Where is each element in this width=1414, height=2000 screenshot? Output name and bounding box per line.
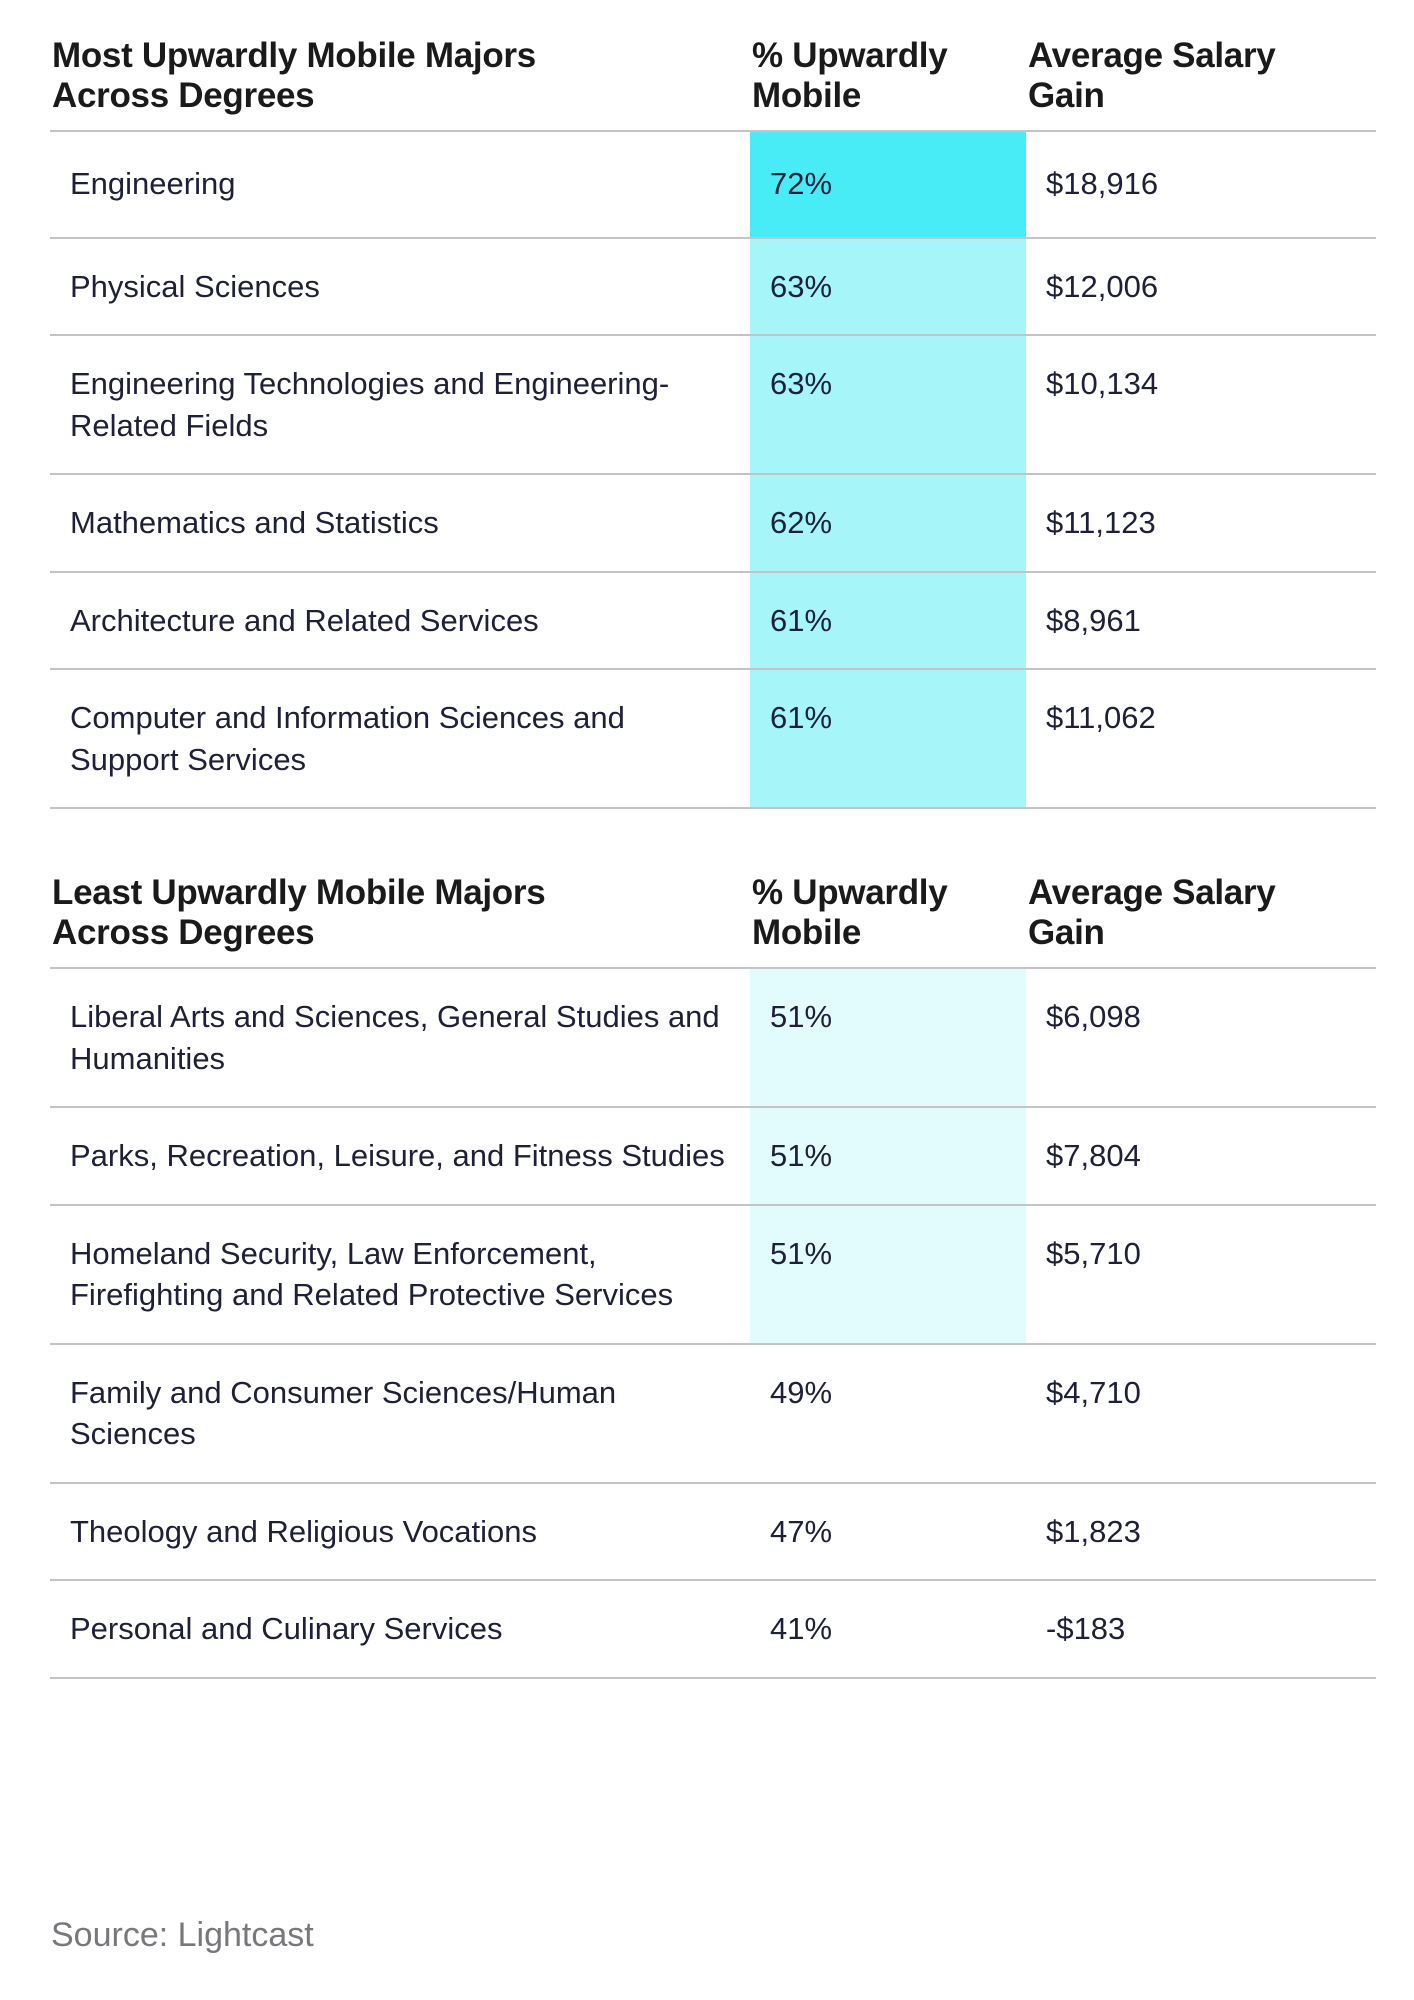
salary-gain-cell: $10,134 bbox=[1046, 366, 1159, 401]
salary-gain-cell: -$183 bbox=[1046, 1611, 1126, 1646]
source-note: Source: Lightcast bbox=[51, 1916, 314, 1954]
table-row: Liberal Arts and Sciences, General Studi… bbox=[50, 969, 1376, 1108]
salary-gain-cell: $4,710 bbox=[1046, 1374, 1141, 1410]
major-cell: Family and Consumer Sciences/Human Scien… bbox=[70, 1374, 617, 1452]
major-cell: Architecture and Related Services bbox=[70, 602, 539, 638]
major-cell: Parks, Recreation, Leisure, and Fitness … bbox=[70, 1138, 725, 1173]
table-row: Theology and Religious Vocations 47% $1,82… bbox=[50, 1484, 1376, 1581]
pct-upwardly-mobile-cell: 61% bbox=[750, 670, 1026, 807]
header-pct: % Upwardly Mobile bbox=[752, 873, 948, 952]
table-header: Least Upwardly Mobile Majors Across Degr… bbox=[50, 873, 1376, 969]
header-salary: Average Salary Gain bbox=[1028, 36, 1276, 115]
header-major: Least Upwardly Mobile Majors Across Degr… bbox=[52, 873, 546, 952]
major-cell: Theology and Religious Vocations bbox=[70, 1513, 538, 1549]
header-major: Most Upwardly Mobile Majors Across Degre… bbox=[52, 36, 536, 115]
salary-gain-cell: $12,006 bbox=[1046, 268, 1159, 304]
pct-upwardly-mobile-cell: 51% bbox=[750, 1108, 1026, 1204]
table-row: Mathematics and Statistics 62% $11,123 bbox=[50, 475, 1376, 573]
least-mobile-table: Least Upwardly Mobile Majors Across Degr… bbox=[50, 873, 1376, 1679]
pct-upwardly-mobile-cell: 41% bbox=[770, 1611, 833, 1646]
pct-upwardly-mobile-cell: 72% bbox=[750, 132, 1026, 237]
salary-gain-cell: $6,098 bbox=[1046, 999, 1141, 1034]
salary-gain-cell: $1,823 bbox=[1046, 1513, 1141, 1549]
pct-upwardly-mobile-cell: 63% bbox=[750, 336, 1026, 473]
major-cell: Physical Sciences bbox=[70, 268, 320, 304]
table-row: Architecture and Related Services 61% $8,9… bbox=[50, 572, 1376, 670]
salary-gain-cell: $11,062 bbox=[1046, 700, 1156, 735]
table-row: Computer and Information Sciences and Su… bbox=[50, 670, 1376, 809]
table-row: Personal and Culinary Services 41% -$183 bbox=[50, 1581, 1376, 1679]
major-cell: Liberal Arts and Sciences, General Studi… bbox=[70, 999, 720, 1076]
major-cell: Homeland Security, Law Enforcement, Fire… bbox=[70, 1235, 674, 1313]
pct-upwardly-mobile-cell: 61% bbox=[750, 572, 1026, 668]
most-mobile-table: Most Upwardly Mobile Majors Across Degre… bbox=[50, 36, 1376, 809]
major-cell: Engineering bbox=[70, 166, 236, 201]
pct-upwardly-mobile-cell: 51% bbox=[750, 1205, 1026, 1343]
salary-gain-cell: $5,710 bbox=[1046, 1235, 1141, 1271]
table-row: Engineering Technologies and Engineering… bbox=[50, 336, 1376, 475]
pct-upwardly-mobile-cell: 63% bbox=[750, 238, 1026, 334]
pct-upwardly-mobile-cell: 51% bbox=[750, 969, 1026, 1106]
major-cell: Personal and Culinary Services bbox=[70, 1611, 503, 1646]
table-row: Parks, Recreation, Leisure, and Fitness … bbox=[50, 1108, 1376, 1206]
table-body: Liberal Arts and Sciences, General Studi… bbox=[50, 969, 1376, 1679]
table-header: Most Upwardly Mobile Majors Across Degre… bbox=[50, 36, 1376, 132]
table-row: Engineering 72% $18,916 bbox=[50, 132, 1376, 239]
major-cell: Computer and Information Sciences and Su… bbox=[70, 700, 625, 777]
header-salary: Average Salary Gain bbox=[1028, 873, 1276, 952]
table-row: Physical Sciences 63% $12,006 bbox=[50, 238, 1376, 336]
salary-gain-cell: $7,804 bbox=[1046, 1138, 1141, 1173]
table-row: Family and Consumer Sciences/Human Scien… bbox=[50, 1345, 1376, 1484]
major-cell: Engineering Technologies and Engineering… bbox=[70, 366, 670, 443]
table-body: Engineering 72% $18,916 Physical Sciences 63… bbox=[50, 132, 1376, 809]
pct-upwardly-mobile-cell: 47% bbox=[770, 1513, 833, 1549]
pct-upwardly-mobile-cell: 49% bbox=[770, 1374, 833, 1410]
header-pct: % Upwardly Mobile bbox=[752, 36, 948, 115]
major-cell: Mathematics and Statistics bbox=[70, 505, 439, 540]
pct-upwardly-mobile-cell: 62% bbox=[750, 475, 1026, 571]
table-row: Homeland Security, Law Enforcement, Fire… bbox=[50, 1205, 1376, 1345]
salary-gain-cell: $18,916 bbox=[1046, 166, 1159, 201]
salary-gain-cell: $11,123 bbox=[1046, 505, 1156, 540]
salary-gain-cell: $8,961 bbox=[1046, 602, 1141, 638]
